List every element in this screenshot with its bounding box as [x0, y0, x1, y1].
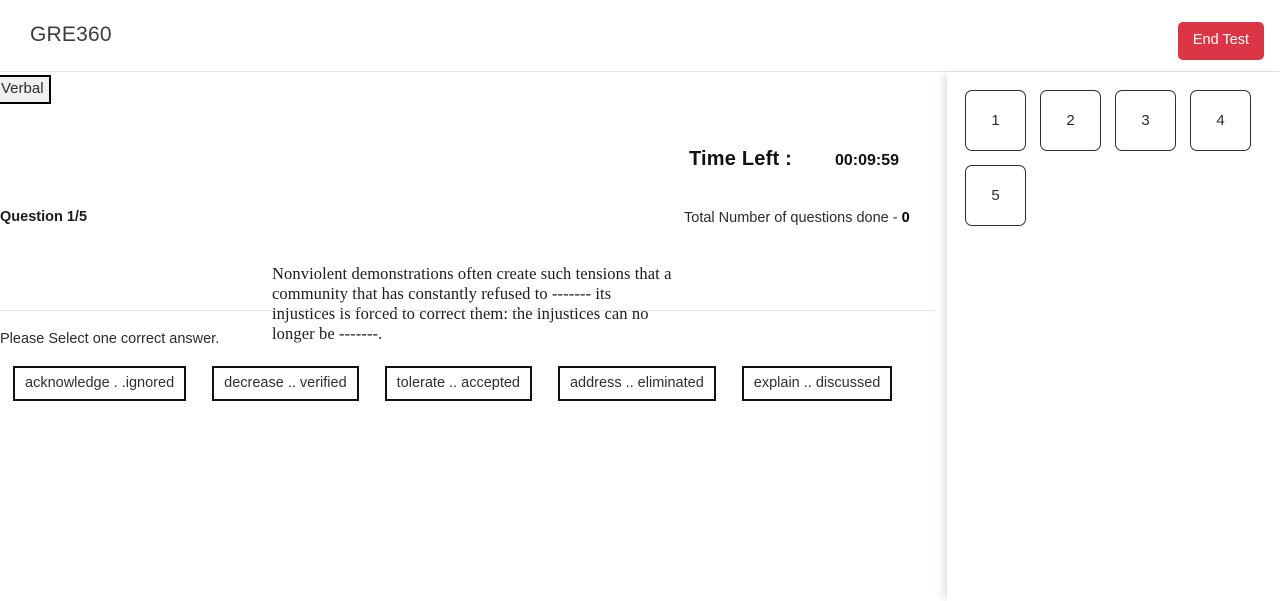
end-test-button[interactable]: End Test: [1177, 22, 1264, 60]
question-nav-item[interactable]: 4: [1190, 90, 1251, 151]
question-nav-item[interactable]: 1: [965, 90, 1026, 151]
answer-option[interactable]: acknowledge . .ignored: [13, 366, 187, 401]
exam-app: GRE360 End Test Verbal Time Left : 00:09…: [0, 0, 1280, 601]
question-nav-item[interactable]: 3: [1115, 90, 1176, 151]
questions-done-status: Total Number of questions done - 0: [684, 209, 910, 228]
answer-options-list: acknowledge . .ignored decrease .. verif…: [13, 366, 943, 401]
answer-option[interactable]: explain .. discussed: [741, 366, 893, 401]
answer-option[interactable]: address .. eliminated: [557, 366, 716, 401]
question-counter: Question 1/5: [0, 209, 88, 225]
question-passage-image: Nonviolent demonstrations often create s…: [272, 264, 672, 343]
questions-done-count: 0: [901, 210, 910, 226]
question-nav-item[interactable]: 2: [1040, 90, 1101, 151]
answer-instruction: Please Select one correct answer.: [0, 331, 220, 347]
questions-done-text: Total Number of questions done -: [684, 210, 902, 226]
app-brand-title: GRE360: [30, 23, 112, 46]
time-left-label: Time Left :: [689, 148, 792, 170]
question-navigator-panel: 1 2 3 4 5: [947, 72, 1280, 601]
section-divider: [0, 310, 935, 311]
time-left-value: 00:09:59: [835, 152, 900, 169]
question-nav-item[interactable]: 5: [965, 165, 1026, 226]
top-navbar: GRE360 End Test: [0, 0, 1280, 72]
question-navigator-grid: 1 2 3 4 5: [965, 90, 1265, 226]
answer-option[interactable]: tolerate .. accepted: [384, 366, 532, 401]
answer-option[interactable]: decrease .. verified: [212, 366, 359, 401]
main-content: Verbal Time Left : 00:09:59 Question 1/5…: [0, 72, 947, 601]
subject-tab-verbal[interactable]: Verbal: [0, 75, 51, 104]
